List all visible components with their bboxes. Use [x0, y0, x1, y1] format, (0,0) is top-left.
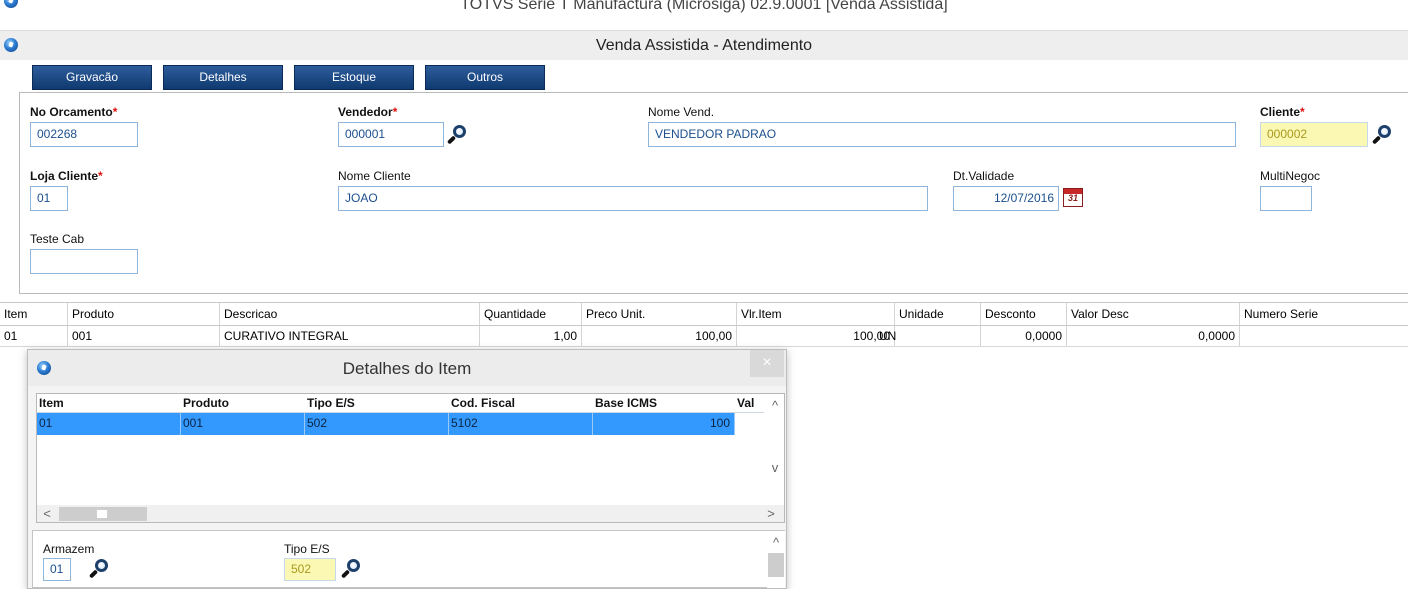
dialog-grid-header: Item Produto Tipo E/S Cod. Fiscal Base I… — [37, 394, 764, 413]
dcol-tipo-es[interactable]: Tipo E/S — [305, 394, 449, 412]
no-orcamento-field[interactable]: 002268 — [30, 122, 138, 147]
cell-valor-desc: 0,0000 — [1067, 326, 1240, 346]
vendedor-search-icon[interactable] — [446, 124, 468, 146]
col-item[interactable]: Item — [0, 303, 68, 325]
col-numero-serie[interactable]: Numero Serie — [1240, 303, 1408, 325]
dcol-val[interactable]: Val — [735, 394, 764, 412]
nome-cliente-label: Nome Cliente — [338, 169, 411, 183]
close-icon[interactable]: × — [750, 350, 784, 377]
outros-button[interactable]: Outros — [425, 65, 545, 90]
tipo-es-search-icon[interactable] — [340, 558, 362, 580]
panel-scroll-thumb[interactable] — [768, 553, 784, 577]
vendedor-field[interactable]: 000001 — [338, 122, 444, 147]
armazem-label: Armazem — [43, 542, 95, 556]
dialog-item-grid: Item Produto Tipo E/S Cod. Fiscal Base I… — [36, 393, 785, 523]
outer-title-bar: TOTVS Série T Manufactura (Microsiga) 02… — [0, 0, 1408, 30]
detail-panel-scrollbar[interactable]: ^ — [767, 531, 785, 588]
multinegoc-field[interactable] — [1260, 186, 1312, 211]
dialog-grid-horizontal-scrollbar[interactable]: < > — [37, 505, 784, 522]
col-produto[interactable]: Produto — [68, 303, 220, 325]
inner-title-bar: Venda Assistida - Atendimento — [0, 30, 1408, 60]
cliente-field[interactable]: 000002 — [1260, 122, 1368, 147]
detalhes-button[interactable]: Detalhes — [163, 65, 283, 90]
panel-scroll-up-icon[interactable]: ^ — [768, 535, 784, 551]
cell-descricao: CURATIVO INTEGRAL — [220, 326, 480, 346]
cell-produto: 001 — [68, 326, 220, 346]
cell-preco-unit: 100,00 — [582, 326, 737, 346]
col-quantidade[interactable]: Quantidade — [480, 303, 582, 325]
nome-vend-label: Nome Vend. — [648, 105, 715, 119]
scroll-right-icon[interactable]: > — [763, 506, 779, 522]
teste-cab-field[interactable] — [30, 249, 138, 274]
window-title: Venda Assistida - Atendimento — [595, 37, 813, 54]
cliente-search-icon[interactable] — [1371, 124, 1393, 146]
nome-vend-field[interactable]: VENDEDOR PADRAO — [648, 122, 1236, 147]
no-orcamento-label: No Orcamento* — [30, 105, 118, 119]
scroll-down-icon[interactable]: v — [767, 460, 783, 476]
dialog-title-bar: Detalhes do Item × — [28, 350, 786, 386]
nome-cliente-field[interactable]: JOAO — [338, 186, 928, 211]
dcell-tipo-es: 502 — [305, 413, 449, 435]
dialog-detail-panel: Armazem 01 Tipo E/S 502 ^ — [32, 530, 785, 588]
dt-validade-label: Dt.Validade — [953, 169, 1015, 183]
dcol-produto[interactable]: Produto — [181, 394, 305, 412]
dcell-item: 01 — [37, 413, 181, 435]
header-form: No Orcamento* 002268 Vendedor* 000001 No… — [19, 92, 1408, 294]
teste-cab-label: Teste Cab — [30, 232, 85, 246]
outer-window-title: TOTVS Série T Manufactura (Microsiga) 02… — [460, 0, 948, 13]
cell-item: 01 — [0, 326, 68, 346]
items-grid-header: Item Produto Descricao Quantidade Preco … — [0, 302, 1408, 326]
dcol-item[interactable]: Item — [37, 394, 181, 412]
loja-cliente-field[interactable]: 01 — [30, 186, 68, 211]
scroll-left-icon[interactable]: < — [39, 506, 55, 522]
dt-validade-field[interactable]: 12/07/2016 — [953, 186, 1059, 211]
cell-quantidade: 1,00 — [480, 326, 582, 346]
multinegoc-label: MultiNegoc — [1260, 169, 1321, 183]
loja-cliente-label: Loja Cliente* — [30, 169, 103, 183]
estoque-button[interactable]: Estoque — [294, 65, 414, 90]
dcell-base-icms: 100 — [593, 413, 735, 435]
calendar-icon[interactable]: 31 — [1063, 188, 1083, 207]
tipo-es-field[interactable]: 502 — [284, 558, 336, 581]
tipo-es-label: Tipo E/S — [284, 542, 330, 556]
table-row[interactable]: 01 001 CURATIVO INTEGRAL 1,00 100,00 100… — [0, 326, 1408, 347]
vendedor-label: Vendedor* — [338, 105, 398, 119]
armazem-search-icon[interactable] — [88, 558, 110, 580]
cell-numero-serie — [1240, 326, 1408, 346]
table-row[interactable]: 01 001 502 5102 100 — [37, 413, 764, 435]
horizontal-scroll-thumb[interactable] — [59, 507, 147, 521]
cliente-label: Cliente* — [1260, 105, 1305, 119]
app-window: TOTVS Série T Manufactura (Microsiga) 02… — [0, 0, 1408, 589]
cell-unidade: UN — [871, 326, 981, 346]
col-unidade[interactable]: Unidade — [895, 303, 981, 325]
dialog-title: Detalhes do Item — [342, 359, 472, 378]
gravacao-button[interactable]: Gravacão — [32, 65, 152, 90]
col-descricao[interactable]: Descricao — [220, 303, 480, 325]
col-vlr-item[interactable]: Vlr.Item — [737, 303, 895, 325]
cell-desconto: 0,0000 — [981, 326, 1067, 346]
dialog-grid-vertical-scrollbar[interactable]: ^ v — [765, 394, 784, 505]
dcell-produto: 001 — [181, 413, 305, 435]
dcol-base-icms[interactable]: Base ICMS — [593, 394, 735, 412]
col-valor-desc[interactable]: Valor Desc — [1067, 303, 1240, 325]
dcell-cod-fiscal: 5102 — [449, 413, 593, 435]
scroll-up-icon[interactable]: ^ — [767, 398, 783, 414]
armazem-field[interactable]: 01 — [43, 558, 71, 581]
dcol-cod-fiscal[interactable]: Cod. Fiscal — [449, 394, 593, 412]
col-desconto[interactable]: Desconto — [981, 303, 1067, 325]
dcell-val — [735, 413, 764, 435]
action-toolbar: Gravacão Detalhes Estoque Outros — [0, 60, 1408, 92]
col-preco-unit[interactable]: Preco Unit. — [582, 303, 737, 325]
detalhes-item-dialog: Detalhes do Item × Item Produto Tipo E/S… — [27, 349, 787, 589]
